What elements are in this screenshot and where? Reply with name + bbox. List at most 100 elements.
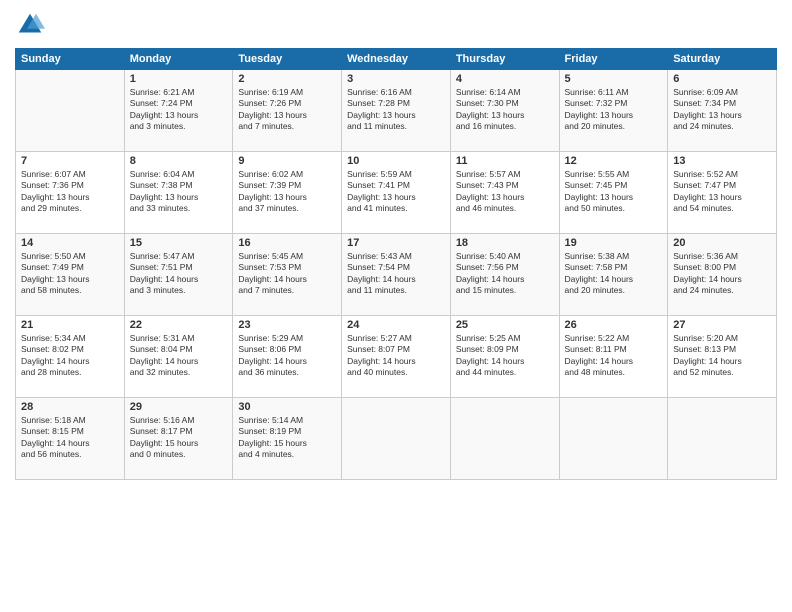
calendar-cell: 19 Sunrise: 5:38 AM Sunset: 7:58 PM Dayli… <box>559 234 668 316</box>
day-number: 1 <box>130 73 228 85</box>
week-row-4: 28 Sunrise: 5:18 AM Sunset: 8:15 PM Dayli… <box>16 398 777 480</box>
day-info: Sunrise: 6:19 AM Sunset: 7:26 PM Dayligh… <box>238 87 336 133</box>
day-number: 16 <box>238 237 336 249</box>
calendar-cell <box>342 398 451 480</box>
calendar-cell <box>559 398 668 480</box>
header-row: SundayMondayTuesdayWednesdayThursdayFrid… <box>16 49 777 70</box>
week-row-1: 7 Sunrise: 6:07 AM Sunset: 7:36 PM Daylig… <box>16 152 777 234</box>
day-number: 25 <box>456 319 554 331</box>
calendar-cell: 23 Sunrise: 5:29 AM Sunset: 8:06 PM Dayli… <box>233 316 342 398</box>
day-number: 9 <box>238 155 336 167</box>
day-number: 20 <box>673 237 771 249</box>
day-info: Sunrise: 5:59 AM Sunset: 7:41 PM Dayligh… <box>347 169 445 215</box>
calendar-cell: 5Sunrise: 6:11 AM Sunset: 7:32 PM Daylig… <box>559 70 668 152</box>
calendar-cell: 12 Sunrise: 5:55 AM Sunset: 7:45 PM Dayli… <box>559 152 668 234</box>
calendar-cell: 18 Sunrise: 5:40 AM Sunset: 7:56 PM Dayli… <box>450 234 559 316</box>
day-number: 28 <box>21 401 119 413</box>
day-info: Sunrise: 6:16 AM Sunset: 7:28 PM Dayligh… <box>347 87 445 133</box>
calendar-cell: 26Sunrise: 5:22 AM Sunset: 8:11 PM Dayli… <box>559 316 668 398</box>
calendar-cell: 2 Sunrise: 6:19 AM Sunset: 7:26 PM Daylig… <box>233 70 342 152</box>
day-info: Sunrise: 5:14 AM Sunset: 8:19 PM Dayligh… <box>238 415 336 461</box>
header <box>15 10 777 40</box>
day-info: Sunrise: 5:55 AM Sunset: 7:45 PM Dayligh… <box>565 169 663 215</box>
calendar-cell <box>16 70 125 152</box>
day-number: 17 <box>347 237 445 249</box>
day-info: Sunrise: 5:38 AM Sunset: 7:58 PM Dayligh… <box>565 251 663 297</box>
header-cell-friday: Friday <box>559 49 668 70</box>
calendar-cell: 7 Sunrise: 6:07 AM Sunset: 7:36 PM Daylig… <box>16 152 125 234</box>
calendar-table: SundayMondayTuesdayWednesdayThursdayFrid… <box>15 48 777 480</box>
calendar-cell: 29 Sunrise: 5:16 AM Sunset: 8:17 PM Dayli… <box>124 398 233 480</box>
week-row-3: 21 Sunrise: 5:34 AM Sunset: 8:02 PM Dayli… <box>16 316 777 398</box>
day-number: 27 <box>673 319 771 331</box>
day-number: 21 <box>21 319 119 331</box>
calendar-cell: 8 Sunrise: 6:04 AM Sunset: 7:38 PM Daylig… <box>124 152 233 234</box>
calendar-header: SundayMondayTuesdayWednesdayThursdayFrid… <box>16 49 777 70</box>
day-number: 12 <box>565 155 663 167</box>
header-cell-wednesday: Wednesday <box>342 49 451 70</box>
day-info: Sunrise: 5:47 AM Sunset: 7:51 PM Dayligh… <box>130 251 228 297</box>
header-cell-saturday: Saturday <box>668 49 777 70</box>
header-cell-tuesday: Tuesday <box>233 49 342 70</box>
day-number: 23 <box>238 319 336 331</box>
calendar-cell: 24 Sunrise: 5:27 AM Sunset: 8:07 PM Dayli… <box>342 316 451 398</box>
day-number: 8 <box>130 155 228 167</box>
calendar-cell: 3Sunrise: 6:16 AM Sunset: 7:28 PM Daylig… <box>342 70 451 152</box>
day-info: Sunrise: 5:29 AM Sunset: 8:06 PM Dayligh… <box>238 333 336 379</box>
day-number: 18 <box>456 237 554 249</box>
calendar-cell: 11 Sunrise: 5:57 AM Sunset: 7:43 PM Dayli… <box>450 152 559 234</box>
week-row-0: 1 Sunrise: 6:21 AM Sunset: 7:24 PM Daylig… <box>16 70 777 152</box>
day-number: 4 <box>456 73 554 85</box>
logo-icon <box>15 10 45 40</box>
day-number: 13 <box>673 155 771 167</box>
day-info: Sunrise: 5:25 AM Sunset: 8:09 PM Dayligh… <box>456 333 554 379</box>
day-number: 2 <box>238 73 336 85</box>
day-number: 6 <box>673 73 771 85</box>
calendar-cell: 27 Sunrise: 5:20 AM Sunset: 8:13 PM Dayli… <box>668 316 777 398</box>
calendar-cell: 15 Sunrise: 5:47 AM Sunset: 7:51 PM Dayli… <box>124 234 233 316</box>
page: SundayMondayTuesdayWednesdayThursdayFrid… <box>0 0 792 612</box>
day-number: 10 <box>347 155 445 167</box>
week-row-2: 14Sunrise: 5:50 AM Sunset: 7:49 PM Dayli… <box>16 234 777 316</box>
day-info: Sunrise: 6:07 AM Sunset: 7:36 PM Dayligh… <box>21 169 119 215</box>
day-info: Sunrise: 5:18 AM Sunset: 8:15 PM Dayligh… <box>21 415 119 461</box>
calendar-cell: 16 Sunrise: 5:45 AM Sunset: 7:53 PM Dayli… <box>233 234 342 316</box>
day-info: Sunrise: 5:27 AM Sunset: 8:07 PM Dayligh… <box>347 333 445 379</box>
calendar-cell <box>450 398 559 480</box>
day-number: 15 <box>130 237 228 249</box>
calendar-cell: 25 Sunrise: 5:25 AM Sunset: 8:09 PM Dayli… <box>450 316 559 398</box>
day-info: Sunrise: 6:04 AM Sunset: 7:38 PM Dayligh… <box>130 169 228 215</box>
calendar-cell: 20 Sunrise: 5:36 AM Sunset: 8:00 PM Dayli… <box>668 234 777 316</box>
day-info: Sunrise: 5:40 AM Sunset: 7:56 PM Dayligh… <box>456 251 554 297</box>
day-info: Sunrise: 6:14 AM Sunset: 7:30 PM Dayligh… <box>456 87 554 133</box>
day-info: Sunrise: 5:16 AM Sunset: 8:17 PM Dayligh… <box>130 415 228 461</box>
day-info: Sunrise: 6:21 AM Sunset: 7:24 PM Dayligh… <box>130 87 228 133</box>
day-number: 7 <box>21 155 119 167</box>
calendar-cell: 6 Sunrise: 6:09 AM Sunset: 7:34 PM Daylig… <box>668 70 777 152</box>
day-number: 14 <box>21 237 119 249</box>
day-number: 24 <box>347 319 445 331</box>
day-number: 30 <box>238 401 336 413</box>
calendar-cell <box>668 398 777 480</box>
calendar-cell: 17Sunrise: 5:43 AM Sunset: 7:54 PM Dayli… <box>342 234 451 316</box>
day-info: Sunrise: 6:09 AM Sunset: 7:34 PM Dayligh… <box>673 87 771 133</box>
day-number: 19 <box>565 237 663 249</box>
day-number: 29 <box>130 401 228 413</box>
calendar-cell: 28 Sunrise: 5:18 AM Sunset: 8:15 PM Dayli… <box>16 398 125 480</box>
day-info: Sunrise: 5:34 AM Sunset: 8:02 PM Dayligh… <box>21 333 119 379</box>
day-info: Sunrise: 5:57 AM Sunset: 7:43 PM Dayligh… <box>456 169 554 215</box>
calendar-cell: 21 Sunrise: 5:34 AM Sunset: 8:02 PM Dayli… <box>16 316 125 398</box>
day-number: 26 <box>565 319 663 331</box>
logo <box>15 10 49 40</box>
calendar-cell: 22Sunrise: 5:31 AM Sunset: 8:04 PM Dayli… <box>124 316 233 398</box>
calendar-cell: 13 Sunrise: 5:52 AM Sunset: 7:47 PM Dayli… <box>668 152 777 234</box>
calendar-cell: 9Sunrise: 6:02 AM Sunset: 7:39 PM Daylig… <box>233 152 342 234</box>
day-number: 11 <box>456 155 554 167</box>
day-info: Sunrise: 5:45 AM Sunset: 7:53 PM Dayligh… <box>238 251 336 297</box>
day-info: Sunrise: 5:20 AM Sunset: 8:13 PM Dayligh… <box>673 333 771 379</box>
day-info: Sunrise: 5:31 AM Sunset: 8:04 PM Dayligh… <box>130 333 228 379</box>
calendar-cell: 10 Sunrise: 5:59 AM Sunset: 7:41 PM Dayli… <box>342 152 451 234</box>
day-info: Sunrise: 5:36 AM Sunset: 8:00 PM Dayligh… <box>673 251 771 297</box>
calendar-cell: 14Sunrise: 5:50 AM Sunset: 7:49 PM Dayli… <box>16 234 125 316</box>
day-info: Sunrise: 5:52 AM Sunset: 7:47 PM Dayligh… <box>673 169 771 215</box>
